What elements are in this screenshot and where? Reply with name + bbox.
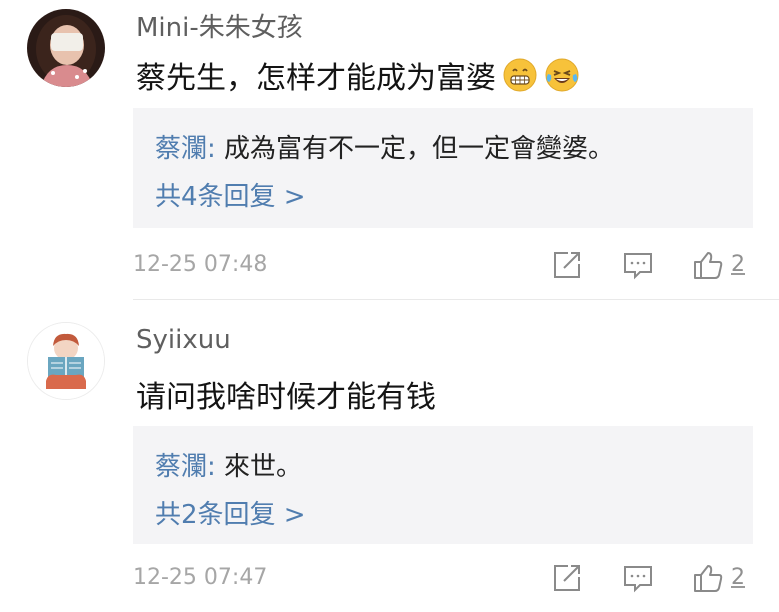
comment-meta-bar: 12-25 07:47 2 [133, 559, 753, 599]
reply-separator: : [207, 452, 225, 482]
reply-text: 來世。 [224, 452, 303, 482]
comment-meta-bar: 12-25 07:48 2 [133, 246, 753, 286]
like-count: 2 [731, 565, 745, 590]
comment-item: Mini-朱朱女孩 蔡先生，怎样才能成为富婆 蔡瀾: 成為富有不一定，但一定會變… [0, 0, 779, 300]
grinning-face-icon [502, 57, 538, 93]
tears-of-joy-icon [544, 57, 580, 93]
timestamp: 12-25 07:47 [133, 565, 268, 590]
user-avatar-image [28, 323, 104, 399]
avatar[interactable] [27, 9, 105, 87]
comment-text-content: 蔡先生，怎样才能成为富婆 [136, 61, 496, 96]
reply-author[interactable]: 蔡瀾 [155, 452, 207, 482]
reply-preview: 蔡瀾: 來世。 [155, 446, 302, 483]
timestamp: 12-25 07:48 [133, 252, 268, 277]
thumbs-up-icon[interactable] [692, 562, 724, 594]
comment-text: 蔡先生，怎样才能成为富婆 [136, 53, 580, 97]
view-replies-link[interactable]: 共2条回复 > [155, 494, 306, 531]
avatar[interactable] [27, 322, 105, 400]
user-avatar-image [27, 9, 105, 87]
reply-author[interactable]: 蔡瀾 [155, 134, 207, 164]
reply-text: 成為富有不一定，但一定會變婆。 [224, 134, 615, 164]
like-count: 2 [731, 252, 745, 277]
comment-icon[interactable] [622, 249, 654, 281]
thumbs-up-icon[interactable] [692, 249, 724, 281]
view-replies-link[interactable]: 共4条回复 > [155, 176, 306, 213]
comment-icon[interactable] [622, 562, 654, 594]
reply-separator: : [207, 134, 225, 164]
share-icon[interactable] [551, 249, 583, 281]
comment-text: 请问我啥时候才能有钱 [136, 372, 436, 416]
username[interactable]: Mini-朱朱女孩 [136, 7, 303, 44]
comment-text-content: 请问我啥时候才能有钱 [136, 380, 436, 415]
reply-preview-box[interactable]: 蔡瀾: 來世。 共2条回复 > [133, 426, 753, 544]
reply-preview: 蔡瀾: 成為富有不一定，但一定會變婆。 [155, 128, 614, 165]
username[interactable]: Syiixuu [136, 325, 231, 355]
share-icon[interactable] [551, 562, 583, 594]
comment-item: Syiixuu 请问我啥时候才能有钱 蔡瀾: 來世。 共2条回复 > 12-25… [0, 300, 779, 612]
reply-preview-box[interactable]: 蔡瀾: 成為富有不一定，但一定會變婆。 共4条回复 > [133, 108, 753, 228]
